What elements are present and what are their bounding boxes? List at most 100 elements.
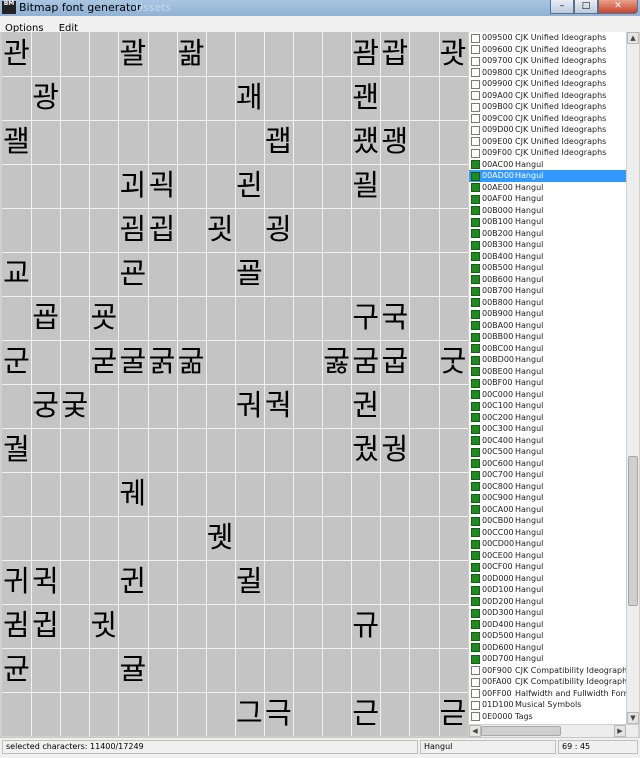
range-list-item[interactable]: 00D200 Hangul [469,596,626,608]
range-list-item[interactable]: 00BF00 Hangul [469,377,626,389]
glyph-cell[interactable]: 괩 [264,118,293,165]
glyph-cell[interactable]: 굵 [148,338,177,385]
glyph-cell[interactable]: 귄 [118,558,147,605]
range-list-item[interactable]: 00B800 Hangul [469,297,626,309]
range-list-item[interactable]: 00C000 Hangul [469,389,626,401]
checkbox-icon[interactable] [471,689,480,698]
range-list-item[interactable]: 00D700 Hangul [469,653,626,665]
glyph-cell[interactable]: 교 [2,250,31,297]
checkbox-icon[interactable] [471,367,480,376]
glyph-cell[interactable]: 굔 [118,250,147,297]
checkbox-icon[interactable] [471,229,480,238]
glyph-cell[interactable]: 괬 [351,118,380,165]
checkbox-icon[interactable] [471,91,480,100]
glyph-grid[interactable]: 관 괄괆 괌괍괏광 괘 괜괠 괩 괬괭괴괵 괸 괼굄굅굇굉교 굔 굘굡굣 구국군 굳굴굵굶 굻굼굽굿궁궂 궈… [2,32,468,736]
glyph-cell[interactable]: 귀 [2,558,31,605]
glyph-cell[interactable]: 괭 [380,118,409,165]
checkbox-icon[interactable] [471,125,480,135]
checkbox-icon[interactable] [471,493,480,503]
range-list-item[interactable]: 00C500 Hangul [469,446,626,458]
glyph-cell[interactable]: 군 [2,338,31,385]
range-list-item[interactable]: 00BB00 Hangul [469,331,626,343]
scroll-up-icon[interactable]: ▲ [627,32,639,44]
glyph-cell[interactable]: 귈 [235,558,264,605]
checkbox-icon[interactable] [471,79,480,89]
range-list-item[interactable]: 00D600 Hangul [469,642,626,654]
checkbox-icon[interactable] [471,298,480,307]
glyph-cell[interactable]: 괆 [177,32,206,77]
checkbox-icon[interactable] [471,56,480,66]
checkbox-icon[interactable] [471,102,480,112]
checkbox-icon[interactable] [471,137,480,146]
range-list-item[interactable]: 00AC00 Hangul [469,159,626,171]
range-list-item[interactable]: 01D100 Musical Symbols [469,699,626,711]
glyph-cell[interactable]: 궐 [2,426,31,473]
glyph-cell[interactable]: 궂 [60,382,89,429]
unicode-range-list[interactable]: 009500 CJK Unified Ideographs 009600 CJK Un… [469,32,626,724]
range-list-item[interactable]: 00BA00 Hangul [469,320,626,332]
glyph-cell[interactable]: 괄 [118,32,147,77]
checkbox-icon[interactable] [471,620,480,629]
checkbox-icon[interactable] [471,148,480,158]
glyph-cell[interactable]: 근 [351,690,380,736]
range-list-item[interactable]: 00D500 Hangul [469,630,626,642]
checkbox-icon[interactable] [471,114,480,123]
glyph-cell[interactable]: 굣 [89,294,118,341]
range-list-item[interactable]: 009D00 CJK Unified Ideographs [469,124,626,136]
glyph-cell[interactable]: 굡 [31,294,60,341]
checkbox-icon[interactable] [471,666,480,675]
range-list-item[interactable]: 00C700 Hangul [469,469,626,481]
checkbox-icon[interactable] [471,217,480,227]
range-list-item[interactable]: 00BE00 Hangul [469,366,626,378]
scroll-left-icon[interactable]: ◀ [469,725,481,737]
range-list-item[interactable]: 00B500 Hangul [469,262,626,274]
range-list-item[interactable]: 009B00 CJK Unified Ideographs [469,101,626,113]
checkbox-icon[interactable] [471,344,480,353]
glyph-cell[interactable]: 괌 [351,32,380,77]
checkbox-icon[interactable] [471,378,480,388]
checkbox-icon[interactable] [471,194,480,204]
checkbox-icon[interactable] [471,608,480,618]
checkbox-icon[interactable] [471,470,480,480]
range-list-item[interactable]: 00D300 Hangul [469,607,626,619]
range-list-item[interactable]: 00FA00 CJK Compatibility Ideographs [469,676,626,688]
range-list-horizontal-scrollbar[interactable]: ◀ ▶ [469,724,638,737]
checkbox-icon[interactable] [471,390,480,399]
checkbox-icon[interactable] [471,206,480,215]
glyph-cell[interactable]: 굴 [118,338,147,385]
range-list-item[interactable]: 009900 CJK Unified Ideographs [469,78,626,90]
glyph-cell[interactable]: 굽 [380,338,409,385]
range-list-item[interactable]: 00BC00 Hangul [469,343,626,355]
checkbox-icon[interactable] [471,516,480,526]
checkbox-icon[interactable] [471,551,480,560]
checkbox-icon[interactable] [471,539,480,549]
checkbox-icon[interactable] [471,263,480,273]
range-list-vertical-scrollbar[interactable]: ▲ ▼ [626,32,639,724]
glyph-cell[interactable]: 관 [2,32,31,77]
checkbox-icon[interactable] [471,309,480,319]
range-list-item[interactable]: 009C00 CJK Unified Ideographs [469,113,626,125]
checkbox-icon[interactable] [471,631,480,641]
range-list-item[interactable]: 00C200 Hangul [469,412,626,424]
glyph-cell[interactable]: 굼 [351,338,380,385]
checkbox-icon[interactable] [471,562,480,572]
glyph-cell[interactable]: 귑 [31,602,60,649]
glyph-cell[interactable]: 구 [351,294,380,341]
range-list-item[interactable]: 00C600 Hangul [469,458,626,470]
checkbox-icon[interactable] [471,677,480,687]
glyph-cell[interactable]: 광 [31,74,60,121]
maximize-button[interactable]: □ [574,0,598,14]
checkbox-icon[interactable] [471,355,480,365]
glyph-cell[interactable]: 굄 [118,206,147,253]
glyph-cell[interactable]: 굅 [148,206,177,253]
range-list-item[interactable]: 00CF00 Hangul [469,561,626,573]
glyph-cell[interactable]: 국 [380,294,409,341]
range-list-item[interactable]: 00CB00 Hangul [469,515,626,527]
checkbox-icon[interactable] [471,332,480,342]
checkbox-icon[interactable] [471,321,480,330]
glyph-cell[interactable]: 괸 [235,162,264,209]
glyph-cell[interactable]: 귐 [2,602,31,649]
checkbox-icon[interactable] [471,597,480,606]
range-list-item[interactable]: 009800 CJK Unified Ideographs [469,67,626,79]
checkbox-icon[interactable] [471,45,480,54]
